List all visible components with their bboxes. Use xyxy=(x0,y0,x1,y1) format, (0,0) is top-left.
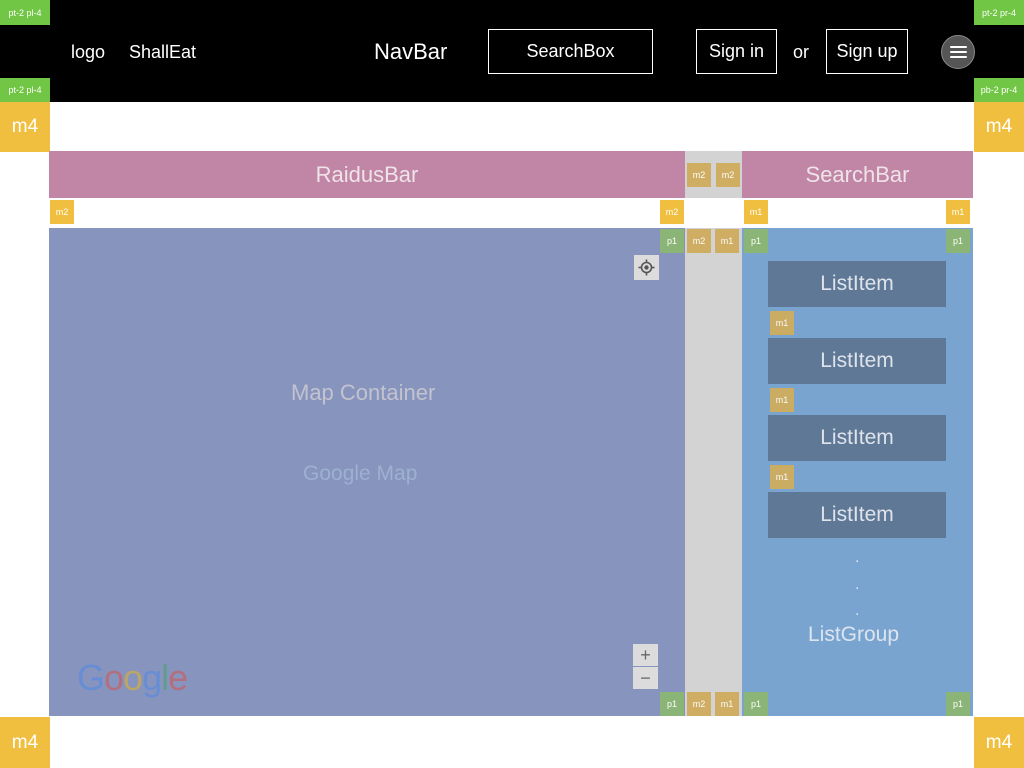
list-item[interactable]: ListItem xyxy=(768,338,946,384)
padding-tag-p1: p1 xyxy=(946,229,970,253)
padding-tag-top-left: pt-2 pl-4 xyxy=(0,0,50,25)
padding-tag-p1: p1 xyxy=(744,692,768,716)
list-item[interactable]: ListItem xyxy=(768,492,946,538)
margin-tag-m2: m2 xyxy=(687,163,711,187)
padding-tag-bottom-right: pb-2 pr-4 xyxy=(974,78,1024,102)
margin-tag-m2: m2 xyxy=(716,163,740,187)
padding-tag-p1: p1 xyxy=(946,692,970,716)
ellipsis-dot: . xyxy=(855,549,860,566)
logo[interactable]: logo xyxy=(71,41,105,63)
google-logo: Google xyxy=(77,657,188,699)
padding-tag-p1: p1 xyxy=(660,692,684,716)
margin-tag-m1: m1 xyxy=(770,388,794,412)
margin-tag-m1: m1 xyxy=(715,229,739,253)
google-logo-letter: o xyxy=(123,657,143,698)
crosshair-icon[interactable] xyxy=(634,255,659,280)
hamburger-menu-icon[interactable] xyxy=(941,35,975,69)
google-logo-letter: G xyxy=(77,657,105,698)
list-item[interactable]: ListItem xyxy=(768,261,946,307)
gutter-main xyxy=(685,228,742,716)
brand-name[interactable]: ShallEat xyxy=(129,41,196,63)
padding-tag-p1: p1 xyxy=(660,229,684,253)
ellipsis-dot: . xyxy=(855,576,860,593)
margin-tag-m4: m4 xyxy=(0,102,50,152)
zoom-out-button[interactable]: − xyxy=(633,667,658,689)
ellipsis-dot: . xyxy=(855,602,860,619)
padding-tag-top-right: pt-2 pr-4 xyxy=(974,0,1024,25)
margin-tag-m2: m2 xyxy=(687,229,711,253)
margin-tag-m1: m1 xyxy=(744,200,768,224)
radius-bar[interactable]: RaidusBar xyxy=(49,151,685,198)
google-map-label: Google Map xyxy=(303,462,418,485)
padding-tag-p1: p1 xyxy=(744,229,768,253)
google-logo-letter: g xyxy=(142,657,162,698)
list-item[interactable]: ListItem xyxy=(768,415,946,461)
search-box[interactable]: SearchBox xyxy=(488,29,653,74)
margin-tag-m1: m1 xyxy=(770,311,794,335)
navbar-title: NavBar xyxy=(374,39,448,64)
margin-tag-m2: m2 xyxy=(50,200,74,224)
sign-up-button[interactable]: Sign up xyxy=(826,29,908,74)
padding-tag-bottom-left: pt-2 pl-4 xyxy=(0,78,50,102)
margin-tag-m4: m4 xyxy=(974,102,1024,152)
margin-tag-m1: m1 xyxy=(770,465,794,489)
margin-tag-m1: m1 xyxy=(946,200,970,224)
margin-tag-m1: m1 xyxy=(715,692,739,716)
margin-tag-m2: m2 xyxy=(687,692,711,716)
list-group-label: ListGroup xyxy=(808,623,900,646)
margin-tag-m2: m2 xyxy=(660,200,684,224)
google-logo-letter: o xyxy=(104,657,124,698)
sign-in-button[interactable]: Sign in xyxy=(696,29,777,74)
or-label: or xyxy=(793,42,810,62)
wireframe-root: pt-2 pl-4 pt-2 pr-4 pt-2 pl-4 pb-2 pr-4 … xyxy=(0,0,1024,768)
map-container-label: Map Container xyxy=(291,380,436,405)
margin-tag-m4: m4 xyxy=(974,717,1024,768)
google-logo-letter: e xyxy=(168,657,188,698)
search-bar[interactable]: SearchBar xyxy=(742,151,973,198)
zoom-in-button[interactable]: + xyxy=(633,644,658,666)
margin-tag-m4: m4 xyxy=(0,717,50,768)
